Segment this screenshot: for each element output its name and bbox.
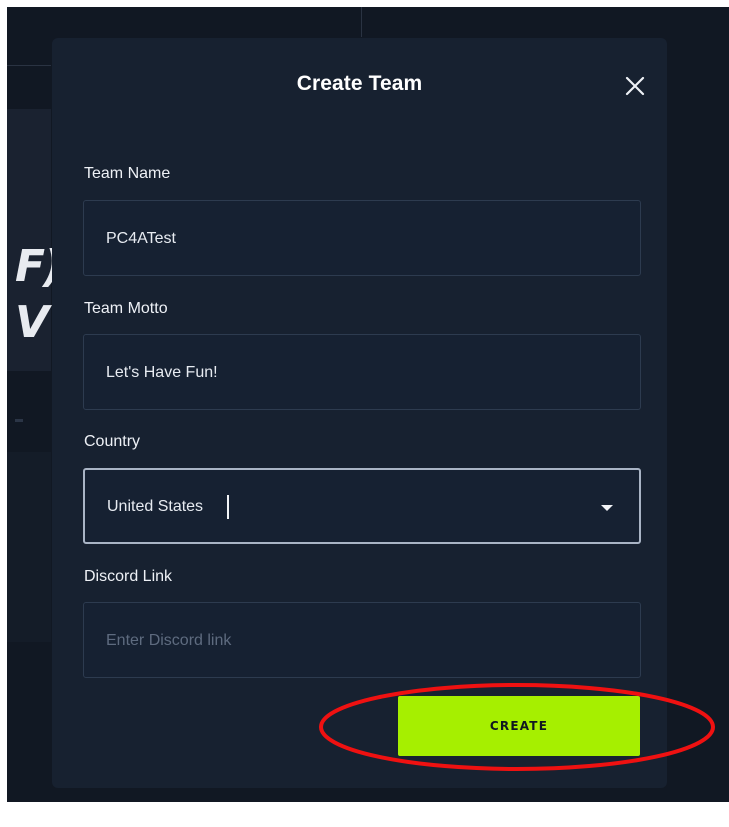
background-divider xyxy=(7,65,51,66)
country-value: United States xyxy=(107,498,204,515)
background-mark xyxy=(15,419,23,422)
create-team-modal: Create Team Team Name PC4ATest Team Mott… xyxy=(52,38,667,788)
modal-title: Create Team xyxy=(296,72,423,95)
background-graffiti-text: F) V xyxy=(15,241,63,348)
text-cursor xyxy=(227,495,229,519)
background-card: F) V xyxy=(7,109,63,422)
team-motto-input[interactable]: Let's Have Fun! xyxy=(83,334,641,410)
background-divider xyxy=(361,7,362,37)
discord-link-label: Discord Link xyxy=(84,568,173,585)
team-name-input[interactable]: PC4ATest xyxy=(83,200,641,276)
close-button[interactable] xyxy=(620,71,650,101)
discord-link-input[interactable]: Enter Discord link xyxy=(83,602,641,678)
team-motto-value: Let's Have Fun! xyxy=(106,364,218,381)
discord-link-placeholder: Enter Discord link xyxy=(106,632,232,649)
create-button[interactable]: CREATE xyxy=(398,696,640,756)
country-label: Country xyxy=(84,433,141,450)
team-name-label: Team Name xyxy=(84,165,171,182)
team-name-value: PC4ATest xyxy=(106,230,176,247)
team-motto-label: Team Motto xyxy=(84,300,168,317)
background-panel xyxy=(7,452,51,642)
close-icon xyxy=(625,76,645,96)
country-select[interactable]: United States xyxy=(83,468,641,544)
chevron-down-icon[interactable] xyxy=(599,503,615,513)
